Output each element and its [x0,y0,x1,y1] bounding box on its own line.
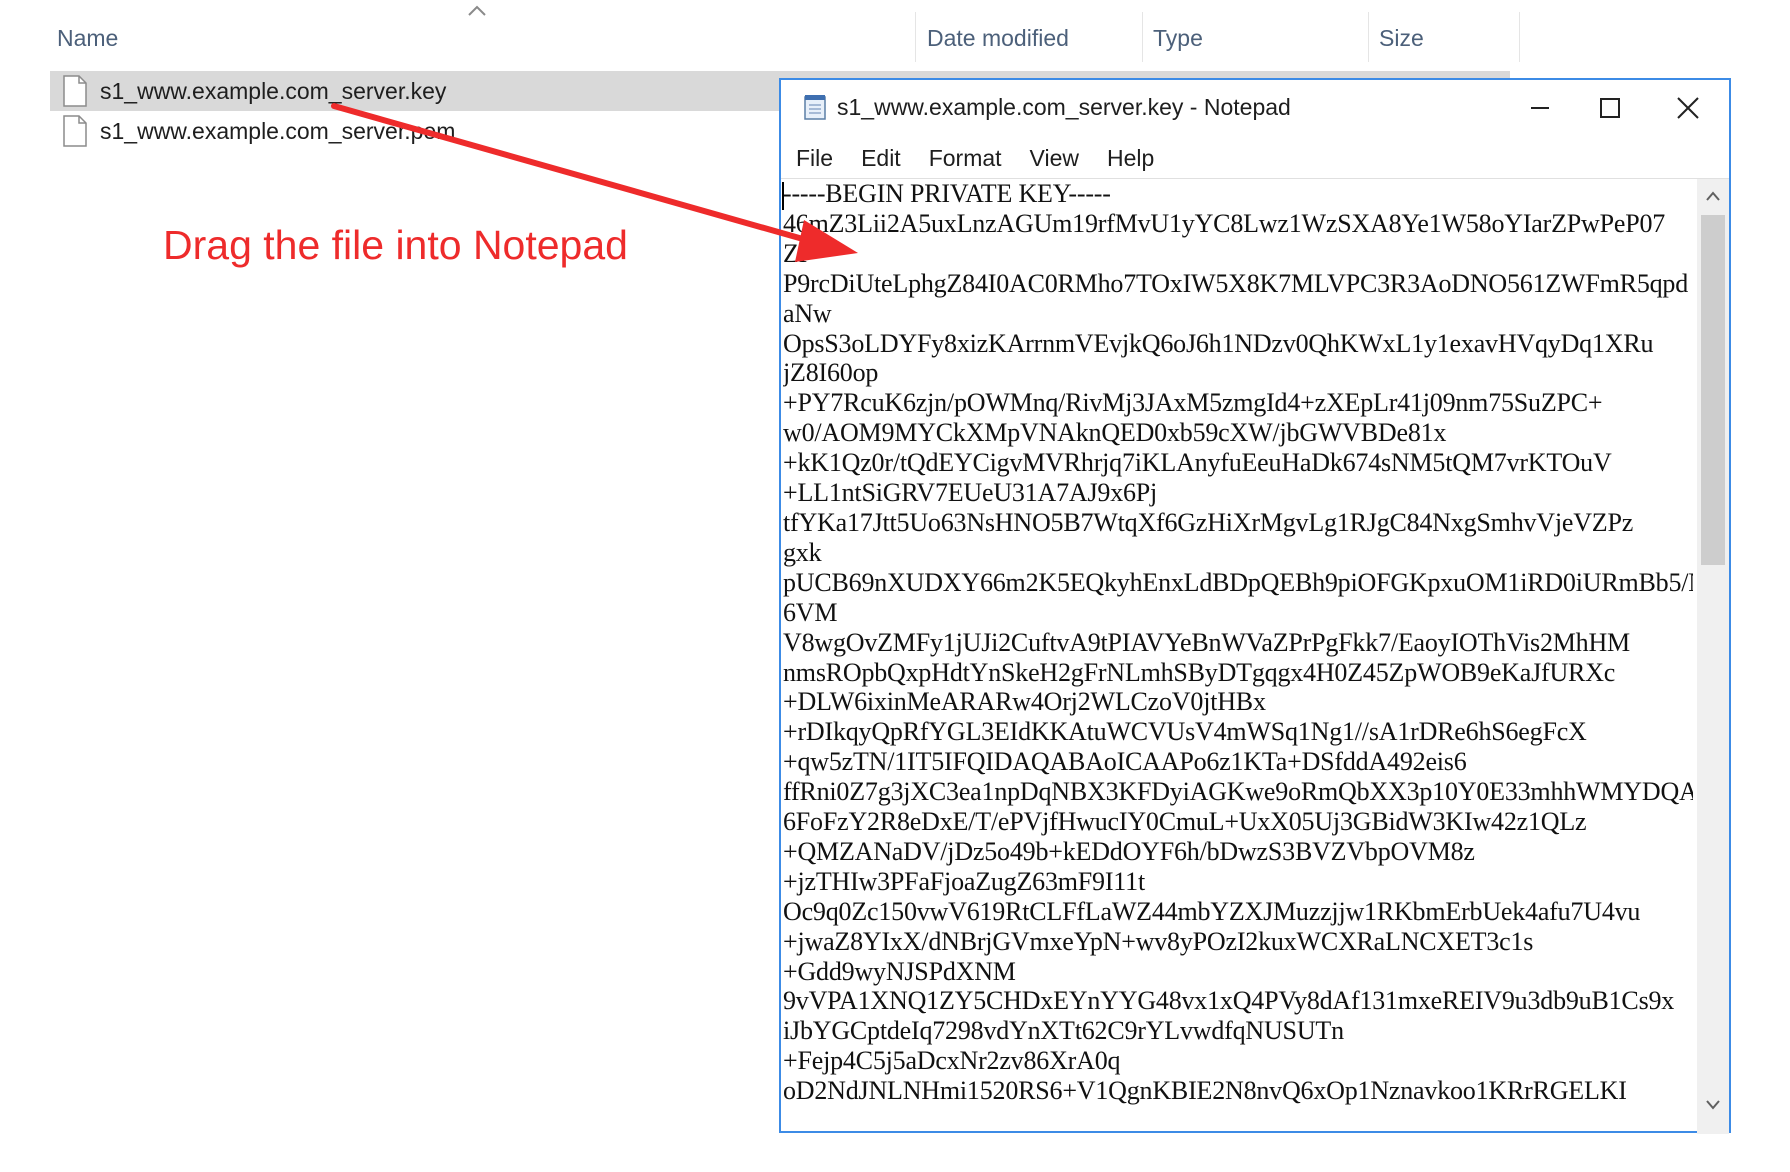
notepad-app-icon [804,95,826,120]
menu-format[interactable]: Format [915,145,1016,172]
column-divider[interactable] [915,12,916,62]
notepad-text-area[interactable]: -----BEGIN PRIVATE KEY----- 46mZ3Lii2A5u… [781,178,1729,1134]
close-icon[interactable] [1653,86,1723,130]
vertical-scrollbar[interactable] [1697,179,1729,1134]
column-size[interactable]: Size [1369,20,1519,56]
menu-view[interactable]: View [1016,145,1093,172]
column-name[interactable]: Name [47,20,907,56]
scrollbar-thumb[interactable] [1701,215,1725,565]
window-title: s1_www.example.com_server.key - Notepad [837,94,1291,120]
file-name: s1_www.example.com_server.key [100,77,447,104]
notepad-window[interactable]: s1_www.example.com_server.key - Notepad … [779,78,1731,1134]
minimize-icon[interactable] [1505,86,1575,130]
file-icon [63,115,87,147]
column-divider[interactable] [1519,12,1520,62]
file-icon [63,75,87,107]
file-content[interactable]: -----BEGIN PRIVATE KEY----- 46mZ3Lii2A5u… [783,179,1693,1119]
annotation-text: Drag the file into Notepad [163,222,628,268]
menu-file[interactable]: File [781,145,847,172]
explorer-column-header: Name Date modified Type Size [0,0,1520,70]
column-type[interactable]: Type [1143,20,1368,56]
text-caret [782,182,784,210]
scroll-up-icon[interactable] [1697,181,1729,211]
column-date-modified[interactable]: Date modified [917,20,1142,56]
maximize-icon[interactable] [1575,86,1645,130]
notepad-title-bar[interactable]: s1_www.example.com_server.key - Notepad [781,80,1729,138]
menu-help[interactable]: Help [1093,145,1168,172]
notepad-menu-bar: File Edit Format View Help [781,138,1729,178]
sort-ascending-icon [468,5,486,16]
scroll-down-icon[interactable] [1697,1090,1729,1120]
file-name: s1_www.example.com_server.pem [100,117,456,144]
menu-edit[interactable]: Edit [847,145,915,172]
